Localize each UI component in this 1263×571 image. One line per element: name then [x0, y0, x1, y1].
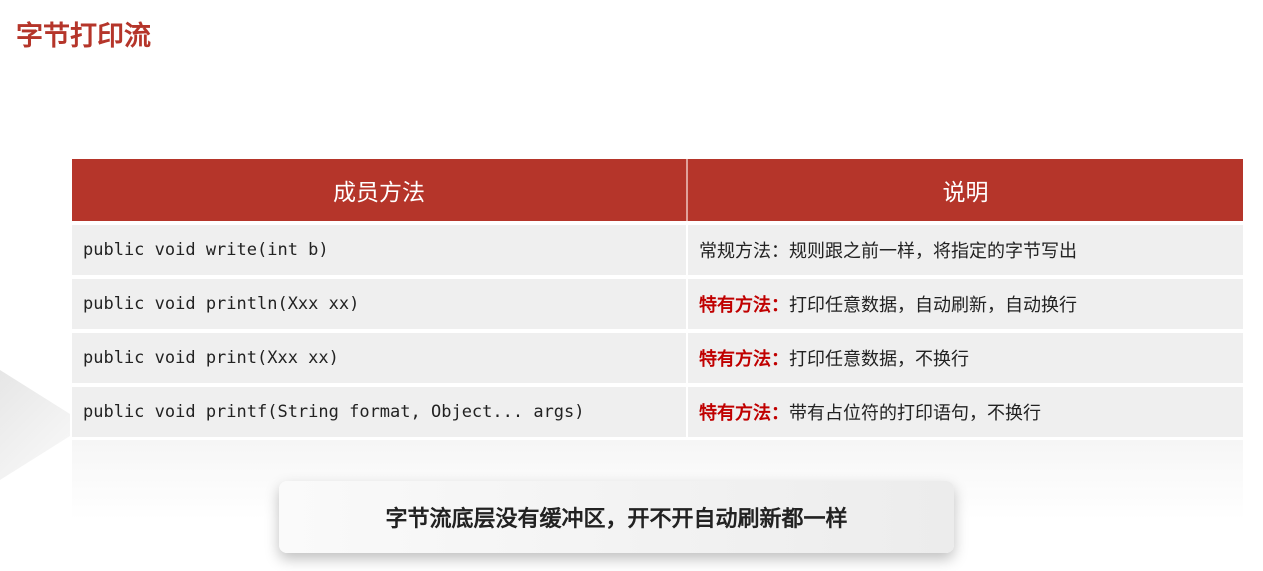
special-tag: 特有方法：: [699, 403, 789, 424]
table-row: public void println(Xxx xx) 特有方法：打印任意数据，自…: [72, 279, 1243, 329]
special-tag: 特有方法：: [699, 295, 789, 316]
methods-table: 成员方法 说明 public void write(int b) 常规方法：规则跟…: [72, 155, 1243, 441]
method-cell: public void write(int b): [72, 225, 686, 275]
description-text: 带有占位符的打印语句，不换行: [789, 403, 1041, 424]
note-callout: 字节流底层没有缓冲区，开不开自动刷新都一样: [279, 481, 954, 553]
description-cell: 特有方法：打印任意数据，不换行: [686, 333, 1243, 383]
table-row: public void print(Xxx xx) 特有方法：打印任意数据，不换行: [72, 333, 1243, 383]
description-text: 打印任意数据，不换行: [789, 349, 969, 370]
description-text: 打印任意数据，自动刷新，自动换行: [789, 295, 1077, 316]
method-cell: public void printf(String format, Object…: [72, 387, 686, 437]
header-method: 成员方法: [72, 159, 686, 221]
table-row: public void printf(String format, Object…: [72, 387, 1243, 437]
description-cell: 常规方法：规则跟之前一样，将指定的字节写出: [686, 225, 1243, 275]
header-description: 说明: [686, 159, 1243, 221]
special-tag: 特有方法：: [699, 349, 789, 370]
method-cell: public void println(Xxx xx): [72, 279, 686, 329]
page-title: 字节打印流: [16, 21, 151, 52]
description-cell: 特有方法：打印任意数据，自动刷新，自动换行: [686, 279, 1243, 329]
table-header: 成员方法 说明: [72, 159, 1243, 221]
decorative-arrow: [0, 370, 70, 480]
description-text: 常规方法：规则跟之前一样，将指定的字节写出: [699, 241, 1077, 262]
table-row: public void write(int b) 常规方法：规则跟之前一样，将指定…: [72, 225, 1243, 275]
description-cell: 特有方法：带有占位符的打印语句，不换行: [686, 387, 1243, 437]
method-cell: public void print(Xxx xx): [72, 333, 686, 383]
